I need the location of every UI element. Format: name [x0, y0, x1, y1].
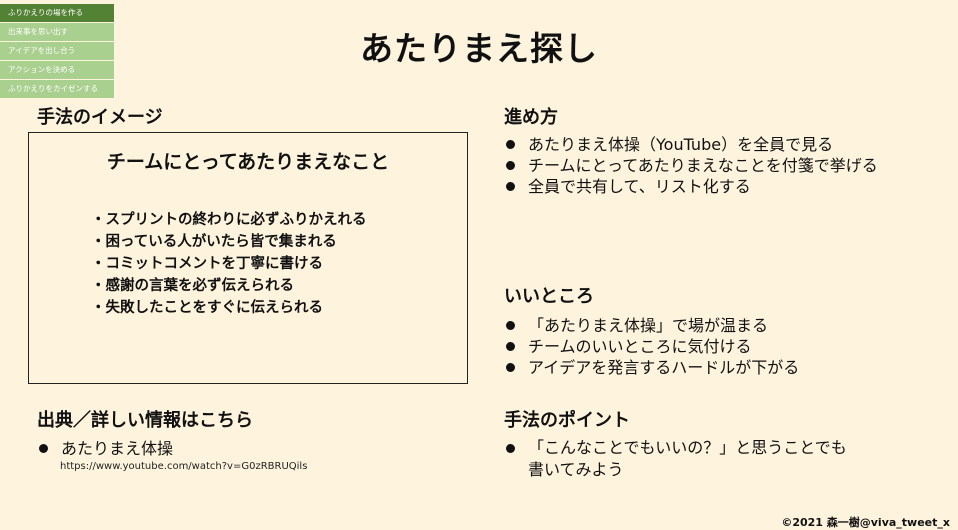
image-box-list: ・スプリントの終わりに必ずふりかえれる ・困っている人がいたら皆で集まれる ・コ… — [91, 209, 367, 319]
source-list: あたりまえ体操 — [37, 438, 173, 459]
good-points-list: 「あたりまえ体操」で場が温まる チームのいいところに気付ける アイデアを発言する… — [504, 315, 799, 378]
list-item: 「あたりまえ体操」で場が温まる — [504, 315, 799, 336]
nav-item-improve-retro[interactable]: ふりかえりをカイゼンする — [0, 80, 114, 98]
page-title: あたりまえ探し — [360, 29, 598, 68]
method-points-heading: 手法のポイント — [504, 410, 630, 431]
list-item: ・スプリントの終わりに必ずふりかえれる — [91, 212, 367, 228]
list-item: ・困っている人がいたら皆で集まれる — [91, 234, 337, 250]
method-point-item: 「こんなことでもいいの？」と思うことでも 書いてみよう — [504, 437, 847, 481]
list-item: アイデアを発言するハードルが下がる — [504, 357, 799, 378]
image-box-title: チームにとってあたりまえなこと — [106, 151, 390, 173]
steps-list: あたりまえ体操（YouTube）を全員で見る チームにとってあたりまえなことを付… — [504, 134, 878, 197]
source-url-link[interactable]: https://www.youtube.com/watch?v=G0zRBRUQ… — [60, 461, 307, 472]
list-item: チームのいいところに気付ける — [504, 336, 799, 357]
list-item: ・失敗したことをすぐに伝えられる — [91, 300, 323, 316]
source-heading: 出典／詳しい情報はこちら — [37, 410, 253, 431]
copyright: ©2021 森一樹@viva_tweet_x — [781, 516, 950, 529]
list-item: チームにとってあたりまえなことを付箋で挙げる — [504, 155, 878, 176]
method-point-line-1: 「こんなことでもいいの？」と思うことでも — [528, 438, 847, 457]
steps-heading: 進め方 — [504, 107, 558, 128]
list-item: 全員で共有して、リスト化する — [504, 176, 878, 197]
list-item: ・コミットコメントを丁寧に書ける — [91, 256, 323, 272]
list-item: ・感謝の言葉を必ず伝えられる — [91, 278, 294, 294]
bullet-icon — [506, 444, 515, 453]
list-item: あたりまえ体操（YouTube）を全員で見る — [504, 134, 878, 155]
nav-item-create-space[interactable]: ふりかえりの場を作る — [0, 4, 114, 22]
image-box: チームにとってあたりまえなこと ・スプリントの終わりに必ずふりかえれる ・困って… — [28, 132, 468, 384]
source-item: あたりまえ体操 — [37, 438, 173, 459]
method-point-line-2: 書いてみよう — [528, 460, 624, 479]
image-section-heading: 手法のイメージ — [37, 107, 163, 128]
good-points-heading: いいところ — [504, 286, 594, 307]
